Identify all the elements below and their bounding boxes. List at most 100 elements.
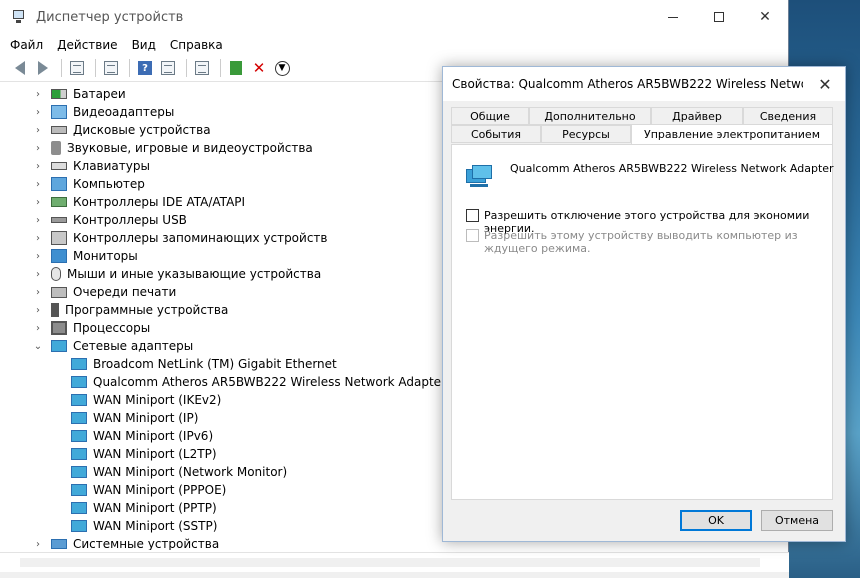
scrollbar-thumb[interactable] (20, 558, 760, 567)
horizontal-scrollbar[interactable] (0, 552, 789, 572)
dialog-title: Свойства: Qualcomm Atheros AR5BWB222 Wir… (452, 77, 803, 91)
menu-action[interactable]: Действие (57, 38, 117, 52)
properties-dialog: Свойства: Qualcomm Atheros AR5BWB222 Wir… (442, 66, 846, 542)
processor-icon (51, 321, 67, 335)
back-button[interactable] (10, 58, 30, 78)
device-label: Видеоадаптеры (73, 105, 175, 119)
minimize-button[interactable] (650, 0, 696, 34)
monitor-scan-icon (195, 61, 209, 75)
usb-icon (51, 217, 67, 223)
keyboard-icon (51, 162, 67, 170)
network-adapter-icon (51, 340, 67, 352)
tab-general[interactable]: Общие (451, 107, 529, 125)
cancel-button[interactable]: Отмена (761, 510, 833, 531)
network-adapter-icon (71, 376, 87, 388)
dialog-title-bar[interactable]: Свойства: Qualcomm Atheros AR5BWB222 Wir… (443, 67, 845, 101)
status-bar (0, 572, 789, 578)
chevron-right-icon[interactable]: › (33, 269, 43, 280)
device-label: Системные устройства (73, 537, 220, 550)
adapter-name: Qualcomm Atheros AR5BWB222 Wireless Netw… (510, 162, 834, 175)
chevron-right-icon[interactable]: › (33, 89, 43, 100)
help-button[interactable]: ? (135, 58, 155, 78)
tab-resources[interactable]: Ресурсы (541, 125, 631, 143)
download-button[interactable]: ▼ (272, 58, 292, 78)
menu-file[interactable]: Файл (10, 38, 43, 52)
close-button[interactable]: ✕ (742, 0, 788, 34)
network-adapter-icon (466, 163, 494, 189)
title-bar[interactable]: Диспетчер устройств ✕ (0, 0, 788, 34)
chevron-right-icon[interactable]: › (33, 287, 43, 298)
forward-button[interactable] (33, 58, 53, 78)
chevron-right-icon[interactable]: › (33, 251, 43, 262)
forward-arrow-icon (38, 61, 48, 75)
system-device-icon (51, 539, 67, 549)
download-arrow-icon: ▼ (274, 60, 290, 76)
chevron-right-icon[interactable]: › (33, 323, 43, 334)
device-label: WAN Miniport (IPv6) (93, 429, 214, 443)
tab-power-management[interactable]: Управление электропитанием (631, 124, 833, 144)
ide-controller-icon (51, 197, 67, 207)
device-label: Звуковые, игровые и видеоустройства (67, 141, 313, 155)
device-label: WAN Miniport (PPPOE) (93, 483, 227, 497)
uninstall-device-button[interactable]: ✕ (249, 58, 269, 78)
network-adapter-icon (71, 412, 87, 424)
toolbar-separator (95, 59, 96, 77)
computer-icon (51, 177, 67, 191)
device-label: Очереди печати (73, 285, 177, 299)
maximize-button[interactable] (696, 0, 742, 34)
device-label: Компьютер (73, 177, 145, 191)
tab-driver[interactable]: Драйвер (651, 107, 743, 125)
battery-icon (51, 89, 67, 99)
show-hide-tree-button[interactable] (67, 58, 87, 78)
chevron-right-icon[interactable]: › (33, 539, 43, 550)
chevron-right-icon[interactable]: › (33, 233, 43, 244)
network-adapter-icon (71, 520, 87, 532)
delete-icon: ✕ (252, 59, 266, 77)
device-label: Сетевые адаптеры (73, 339, 194, 353)
chevron-down-icon[interactable]: ⌄ (33, 341, 43, 352)
menu-view[interactable]: Вид (132, 38, 156, 52)
device-label: Контроллеры IDE ATA/ATAPI (73, 195, 246, 209)
allow-power-off-checkbox[interactable] (466, 209, 479, 222)
chevron-right-icon[interactable]: › (33, 305, 43, 316)
chevron-right-icon[interactable]: › (33, 197, 43, 208)
speaker-icon (51, 141, 61, 155)
view-button[interactable] (158, 58, 178, 78)
chevron-right-icon[interactable]: › (33, 107, 43, 118)
chevron-right-icon[interactable]: › (33, 215, 43, 226)
tab-events[interactable]: События (451, 125, 541, 143)
ok-button[interactable]: OK (680, 510, 752, 531)
scan-hardware-button[interactable] (192, 58, 212, 78)
display-adapter-icon (51, 105, 67, 119)
chevron-right-icon[interactable]: › (33, 125, 43, 136)
minimize-icon (668, 16, 678, 18)
update-driver-button[interactable] (226, 58, 246, 78)
update-driver-icon (230, 61, 242, 75)
back-arrow-icon (15, 61, 25, 75)
chevron-right-icon[interactable]: › (33, 161, 43, 172)
tab-details[interactable]: Сведения (743, 107, 833, 125)
device-label: Контроллеры запоминающих устройств (73, 231, 328, 245)
allow-wake-label: Разрешить этому устройству выводить комп… (484, 229, 798, 255)
network-adapter-icon (71, 358, 87, 370)
close-icon: ✕ (759, 9, 771, 25)
power-management-panel: Qualcomm Atheros AR5BWB222 Wireless Netw… (451, 144, 834, 500)
menu-help[interactable]: Справка (170, 38, 223, 52)
device-label: WAN Miniport (L2TP) (93, 447, 217, 461)
dialog-close-button[interactable]: ✕ (805, 67, 845, 101)
device-label: Мониторы (73, 249, 138, 263)
chevron-right-icon[interactable]: › (33, 143, 43, 154)
console-tree-icon (70, 61, 84, 75)
software-device-icon (51, 303, 59, 317)
network-adapter-icon (71, 430, 87, 442)
device-label: Дисковые устройства (73, 123, 211, 137)
disk-drive-icon (51, 126, 67, 134)
device-label: Контроллеры USB (73, 213, 187, 227)
chevron-right-icon[interactable]: › (33, 179, 43, 190)
device-label: Broadcom NetLink (TM) Gigabit Ethernet (93, 357, 337, 371)
device-label: WAN Miniport (PPTP) (93, 501, 217, 515)
toolbar-separator (129, 59, 130, 77)
allow-wake-option: Разрешить этому устройству выводить комп… (466, 229, 816, 255)
tab-advanced[interactable]: Дополнительно (529, 107, 651, 125)
properties-button[interactable] (101, 58, 121, 78)
